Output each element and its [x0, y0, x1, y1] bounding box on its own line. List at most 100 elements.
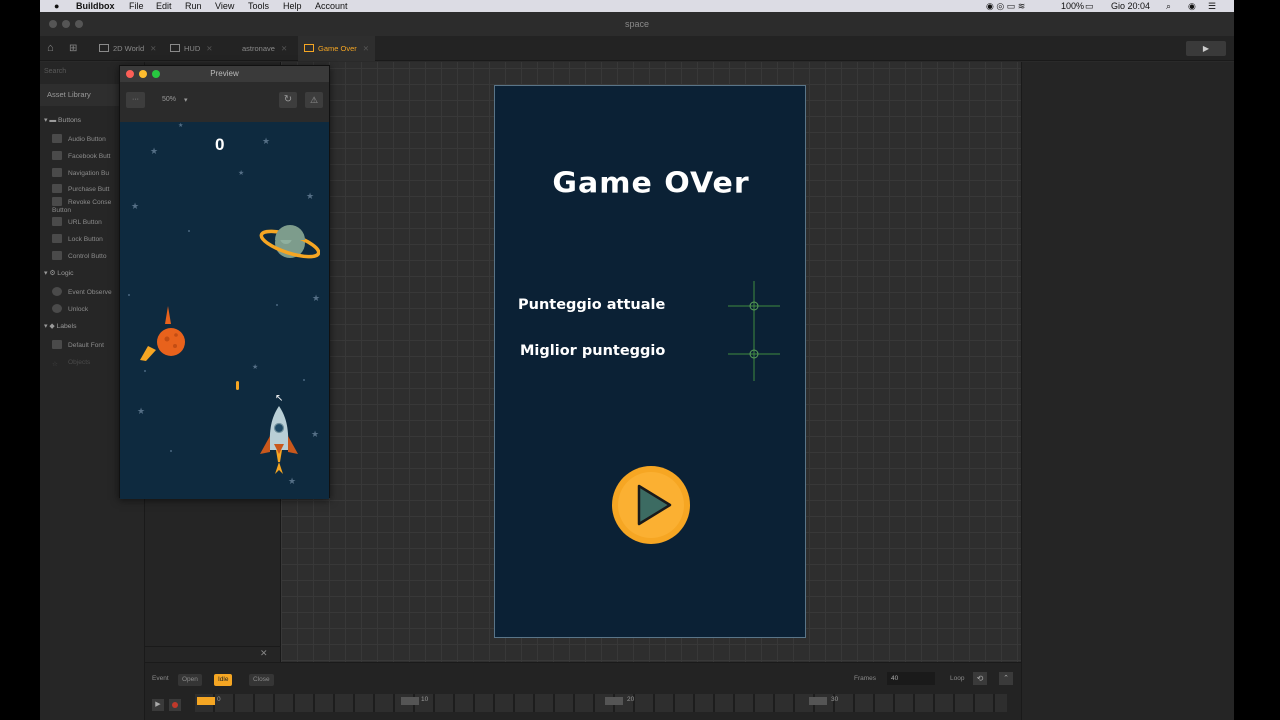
menu-help[interactable]: Help: [283, 0, 302, 12]
close-window-icon[interactable]: [49, 20, 57, 28]
collapse-icon[interactable]: ⌃: [999, 672, 1013, 685]
siri-icon[interactable]: ◉: [1188, 0, 1196, 12]
star-icon: ★: [312, 293, 321, 303]
dust-dot: [276, 304, 278, 306]
menu-account[interactable]: Account: [315, 0, 348, 12]
apple-icon[interactable]: ●: [54, 0, 59, 12]
dust-dot: [303, 379, 305, 381]
record-button[interactable]: [169, 699, 181, 711]
close-tab-icon[interactable]: ✕: [281, 44, 287, 53]
search-input[interactable]: Search: [44, 68, 66, 75]
more-options-icon[interactable]: ···: [126, 92, 145, 108]
event-idle-button[interactable]: Idle: [214, 674, 233, 686]
asset-navigation-button[interactable]: Navigation Bu: [52, 168, 109, 178]
game-over-screen[interactable]: Game OVer Punteggio attuale Miglior punt…: [494, 85, 806, 638]
loop-icon[interactable]: ⟲: [973, 672, 987, 685]
zoom-select[interactable]: 50%: [162, 96, 176, 103]
timeline-marker: [605, 697, 623, 705]
asset-label: Control Butto: [68, 253, 107, 260]
tag-icon: ◆: [49, 323, 55, 330]
asset-audio-button[interactable]: Audio Button: [52, 134, 106, 144]
score-anchor-crosshair-icon[interactable]: [728, 281, 784, 381]
frames-input[interactable]: 40: [887, 672, 935, 685]
best-score-label[interactable]: Miglior punteggio: [520, 343, 665, 359]
loop-label: Loop: [950, 675, 965, 682]
asset-objects[interactable]: ☆ Objects: [52, 358, 90, 369]
preview-title: Preview: [210, 69, 239, 78]
minimize-preview-icon[interactable]: [139, 70, 147, 78]
close-tab-icon[interactable]: ✕: [206, 44, 212, 53]
unlock-icon: [52, 304, 62, 313]
asset-purchase-button[interactable]: Purchase Butt: [52, 184, 109, 194]
asset-control-button[interactable]: Control Butto: [52, 251, 106, 261]
asset-url-button[interactable]: URL Button: [52, 217, 102, 227]
home-icon[interactable]: ⌂: [47, 36, 54, 61]
current-score-label[interactable]: Punteggio attuale: [518, 297, 665, 313]
tab-2d-world[interactable]: 2D World ✕: [93, 36, 162, 61]
game-over-title[interactable]: Game OVer: [495, 167, 807, 200]
warning-icon[interactable]: ⚠: [305, 92, 323, 108]
group-logic[interactable]: ▾ ⚙ Logic: [44, 269, 74, 277]
star-icon: ★: [252, 364, 259, 371]
timeline-panel: Event Open Idle Close Frames 40 Loop ⟲ ⌃…: [145, 662, 1021, 720]
tick-label: 20: [627, 696, 635, 703]
game-viewport[interactable]: 0 ★ ★ ★ ★ ★ ★ ★ ★ ★ ★ ★ ↖: [120, 122, 329, 499]
timeline-track[interactable]: [195, 694, 1007, 712]
tick-label: 10: [421, 696, 429, 703]
group-label: Logic: [57, 270, 74, 277]
event-open-button[interactable]: Open: [178, 674, 202, 686]
group-labels[interactable]: ▾ ◆ Labels: [44, 322, 76, 330]
zoom-window-icon[interactable]: [75, 20, 83, 28]
asset-default-font[interactable]: Default Font: [52, 340, 104, 350]
app-menu[interactable]: Buildbox: [76, 0, 115, 12]
timeline-marker: [809, 697, 827, 705]
play-button-icon[interactable]: [610, 464, 692, 546]
properties-panel: [1021, 62, 1234, 720]
notification-icon[interactable]: ☰: [1208, 0, 1216, 12]
tab-game-over[interactable]: Game Over ✕: [298, 36, 376, 61]
asset-unlock[interactable]: Unlock: [52, 304, 88, 314]
minimize-window-icon[interactable]: [62, 20, 70, 28]
play-timeline-icon[interactable]: ▶: [152, 699, 164, 711]
menu-tools[interactable]: Tools: [248, 0, 269, 12]
zoom-preview-icon[interactable]: [152, 70, 160, 78]
close-preview-icon[interactable]: [126, 70, 134, 78]
star-icon: ★: [262, 136, 271, 146]
timeline-marker: [401, 697, 419, 705]
tab-label: astronave: [242, 44, 275, 53]
menu-view[interactable]: View: [215, 0, 234, 12]
menu-run[interactable]: Run: [185, 0, 202, 12]
revoke-icon: [52, 197, 62, 206]
preview-window[interactable]: Preview ··· 50% ▾ ↻ ⚠ 0 ★ ★ ★ ★ ★ ★ ★ ★ …: [119, 65, 330, 499]
event-close-button[interactable]: Close: [249, 674, 274, 686]
tab-label: HUD: [184, 44, 201, 53]
menu-file[interactable]: File: [129, 0, 144, 12]
close-panel-icon[interactable]: ✕: [260, 648, 268, 659]
spotlight-icon[interactable]: ⌕: [1166, 0, 1171, 12]
chevron-down-icon[interactable]: ▾: [184, 96, 188, 104]
folder-icon: ▬: [49, 117, 57, 124]
tab-astronave[interactable]: astronave ✕: [236, 36, 293, 61]
battery-icon[interactable]: ▭: [1085, 0, 1094, 12]
asset-revoke-consent-button[interactable]: Revoke Conse Button: [52, 197, 122, 215]
close-tab-icon[interactable]: ✕: [363, 44, 369, 53]
purchase-icon: [52, 184, 62, 193]
star-icon: ★: [150, 146, 159, 156]
lock-icon: [52, 234, 62, 243]
asset-lock-button[interactable]: Lock Button: [52, 234, 103, 244]
tab-hud[interactable]: HUD ✕: [164, 36, 219, 61]
close-tab-icon[interactable]: ✕: [150, 44, 156, 53]
hierarchy-icon[interactable]: ⊞: [69, 36, 77, 61]
group-buttons[interactable]: ▾ ▬ Buttons: [44, 116, 81, 124]
timeline-keyframe[interactable]: [197, 697, 215, 705]
asset-event-observer[interactable]: Event Observe: [52, 287, 112, 297]
window-title: space: [624, 19, 650, 29]
status-icon[interactable]: ◉ ◎ ▭ ≋: [986, 0, 1025, 12]
run-preview-button[interactable]: ▶: [1186, 41, 1226, 56]
mouse-cursor-icon: ↖: [275, 393, 284, 404]
refresh-icon[interactable]: ↻: [279, 92, 297, 108]
menu-edit[interactable]: Edit: [156, 0, 172, 12]
preview-titlebar[interactable]: Preview: [120, 66, 329, 82]
asset-facebook-button[interactable]: Facebook Butt: [52, 151, 111, 161]
clock[interactable]: Gio 20:04: [1111, 0, 1150, 12]
